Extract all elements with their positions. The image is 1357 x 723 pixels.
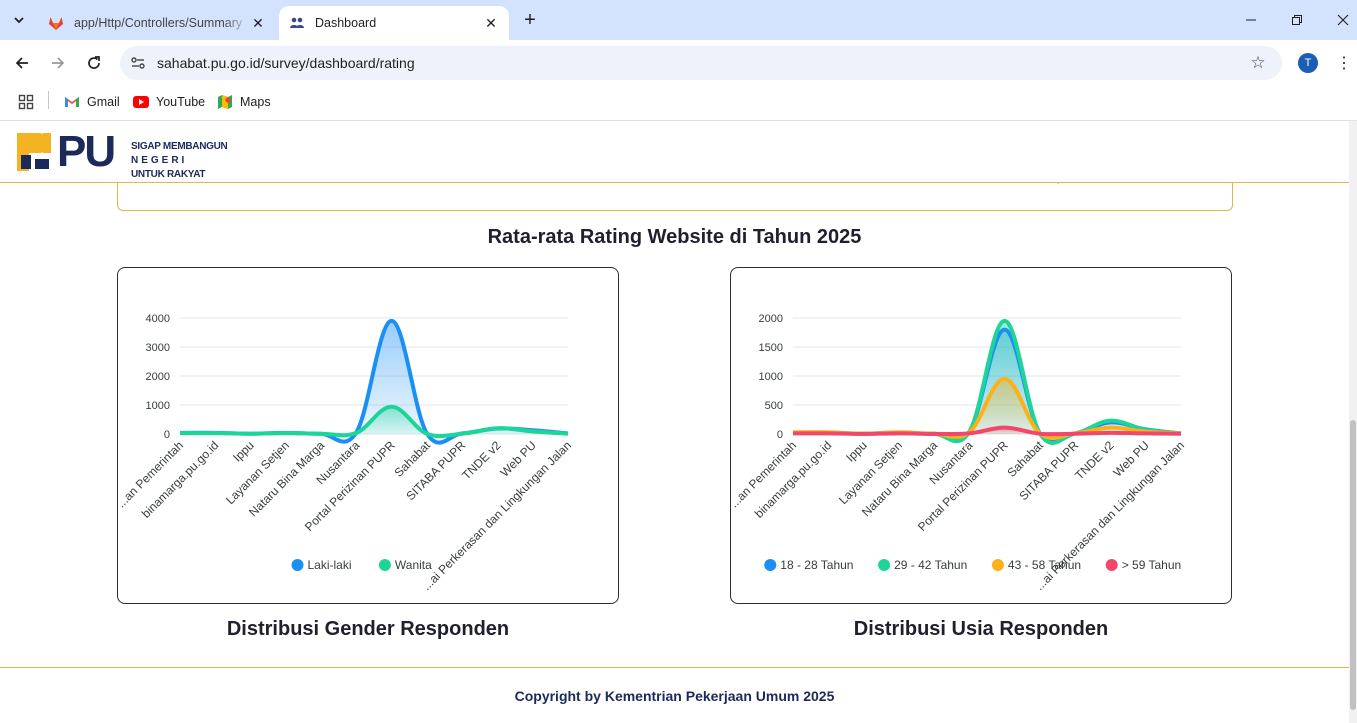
tab-summary-controller[interactable]: app/Http/Controllers/Summary ✕ — [38, 6, 276, 40]
minimize-button[interactable] — [1228, 0, 1274, 40]
address-bar[interactable]: sahabat.pu.go.id/survey/dashboard/rating… — [120, 46, 1282, 80]
reload-button[interactable] — [80, 49, 108, 77]
y-tick-label: 4000 — [146, 313, 170, 325]
tab-strip: app/Http/Controllers/Summary ✕ Dashboard… — [0, 0, 1357, 40]
x-tick-label: TNDE v2 — [1072, 438, 1117, 483]
y-tick-label: 500 — [765, 400, 783, 412]
gender-chart-card: 0 1000 2000 3000 4000 ...an Pemerintah binamar… — [117, 267, 619, 604]
menu-kebab-icon[interactable]: ⋮ — [1334, 52, 1354, 74]
tab-search-button[interactable] — [6, 8, 32, 32]
y-tick-label: 0 — [164, 429, 170, 441]
age-chart: 0500100015002000...an Pemerintahbinamarg… — [731, 313, 1187, 593]
legend-label[interactable]: 43 - 58 Tahun — [1008, 558, 1081, 572]
bookmark-gmail[interactable]: Gmail — [64, 92, 120, 112]
x-tick-label: Ippu — [843, 438, 869, 464]
arrow-left-icon — [15, 57, 28, 69]
close-icon — [1337, 14, 1349, 26]
y-tick-label: 2000 — [759, 313, 783, 325]
arrow-right-icon — [52, 57, 65, 69]
section-title: Rata-rata Rating Website di Tahun 2025 — [487, 226, 862, 248]
y-tick-label: 1000 — [759, 371, 783, 383]
legend-label[interactable]: 29 - 42 Tahun — [894, 558, 967, 572]
bookmark-separator — [48, 91, 49, 109]
back-button[interactable] — [8, 49, 36, 77]
forward-button[interactable] — [44, 49, 72, 77]
gender-chart: 01000200030004000...an Pemerintahbinamar… — [118, 313, 574, 593]
close-icon[interactable]: ✕ — [250, 15, 266, 31]
legend-label[interactable]: Laki-laki — [308, 558, 352, 572]
legend-label[interactable]: Wanita — [395, 558, 432, 572]
page-content: ·/· PU SIGAP MEMBANGUN NEGERI UNTUK RAKY… — [0, 121, 1349, 723]
bookmark-maps[interactable]: Maps — [217, 92, 271, 112]
minimize-icon — [1246, 19, 1256, 21]
gitlab-icon — [48, 15, 64, 31]
y-tick-label: 3000 — [146, 342, 170, 354]
tab-title: app/Http/Controllers/Summary — [74, 16, 243, 30]
age-chart-caption: Distribusi Usia Responden — [853, 618, 1109, 640]
bookmark-label: Maps — [240, 95, 271, 109]
legend-marker[interactable] — [764, 559, 777, 571]
x-tick-label: TNDE v2 — [459, 438, 504, 483]
logo-line-3: UNTUK RAKYAT — [131, 169, 206, 180]
restore-button[interactable] — [1274, 0, 1320, 40]
close-icon[interactable]: ✕ — [483, 15, 499, 31]
legend-marker[interactable] — [1105, 559, 1118, 571]
users-icon — [289, 15, 305, 31]
bookmarks-bar: Gmail YouTube Maps — [0, 86, 1357, 116]
reload-icon — [88, 56, 100, 69]
gmail-icon — [64, 94, 80, 110]
apps-grid-icon — [18, 94, 34, 110]
legend-marker[interactable] — [378, 559, 391, 571]
copyright-text: Copyright by Kementrian Pekerjaan Umum 2… — [514, 688, 835, 704]
scrollbar-thumb[interactable] — [1350, 420, 1356, 710]
tab-title: Dashboard — [315, 16, 377, 30]
pu-logo[interactable]: PU SIGAP MEMBANGUN NEGERI UNTUK RAKYAT — [17, 127, 237, 180]
new-tab-button[interactable]: + — [518, 8, 542, 32]
bookmark-star-icon[interactable]: ☆ — [1248, 53, 1268, 73]
legend-label[interactable]: 18 - 28 Tahun — [780, 558, 853, 572]
y-tick-label: 1000 — [146, 400, 170, 412]
browser-toolbar: sahabat.pu.go.id/survey/dashboard/rating… — [0, 40, 1357, 86]
legend-marker[interactable] — [991, 559, 1004, 571]
bookmark-label: Gmail — [87, 95, 120, 109]
close-window-button[interactable] — [1320, 0, 1357, 40]
legend-marker[interactable] — [878, 559, 891, 571]
logo-line-2: NEGERI — [131, 155, 188, 166]
restore-icon — [1292, 15, 1302, 25]
y-tick-label: 1500 — [759, 342, 783, 354]
site-settings-icon[interactable] — [128, 53, 148, 73]
site-footer: Copyright by Kementrian Pekerjaan Umum 2… — [0, 667, 1349, 723]
legend-marker[interactable] — [291, 559, 304, 571]
apps-button[interactable] — [18, 92, 41, 112]
logo-mark-text: PU — [57, 127, 116, 176]
bookmark-youtube[interactable]: YouTube — [133, 92, 205, 112]
site-header: PU SIGAP MEMBANGUN NEGERI UNTUK RAKYAT — [0, 121, 1349, 183]
profile-avatar[interactable]: T — [1298, 53, 1318, 73]
gender-chart-caption: Distribusi Gender Responden — [226, 618, 510, 640]
maps-icon — [217, 94, 233, 110]
youtube-icon — [133, 94, 149, 110]
age-chart-card: 0 500 1000 1500 2000 ...an Pemerintah binamarg… — [730, 267, 1232, 604]
url-text: sahabat.pu.go.id/survey/dashboard/rating — [157, 55, 415, 71]
bookmark-label: YouTube — [156, 95, 206, 109]
chevron-down-icon — [14, 17, 24, 24]
legend-label[interactable]: > 59 Tahun — [1122, 558, 1182, 572]
logo-line-1: SIGAP MEMBANGUN — [131, 141, 228, 152]
logo-tagline: SIGAP MEMBANGUN NEGERI UNTUK RAKYAT — [131, 140, 228, 182]
x-tick-label: Ippu — [230, 438, 256, 464]
y-tick-label: 2000 — [146, 371, 170, 383]
tab-dashboard[interactable]: Dashboard ✕ — [279, 6, 509, 40]
y-tick-label: 0 — [777, 429, 783, 441]
